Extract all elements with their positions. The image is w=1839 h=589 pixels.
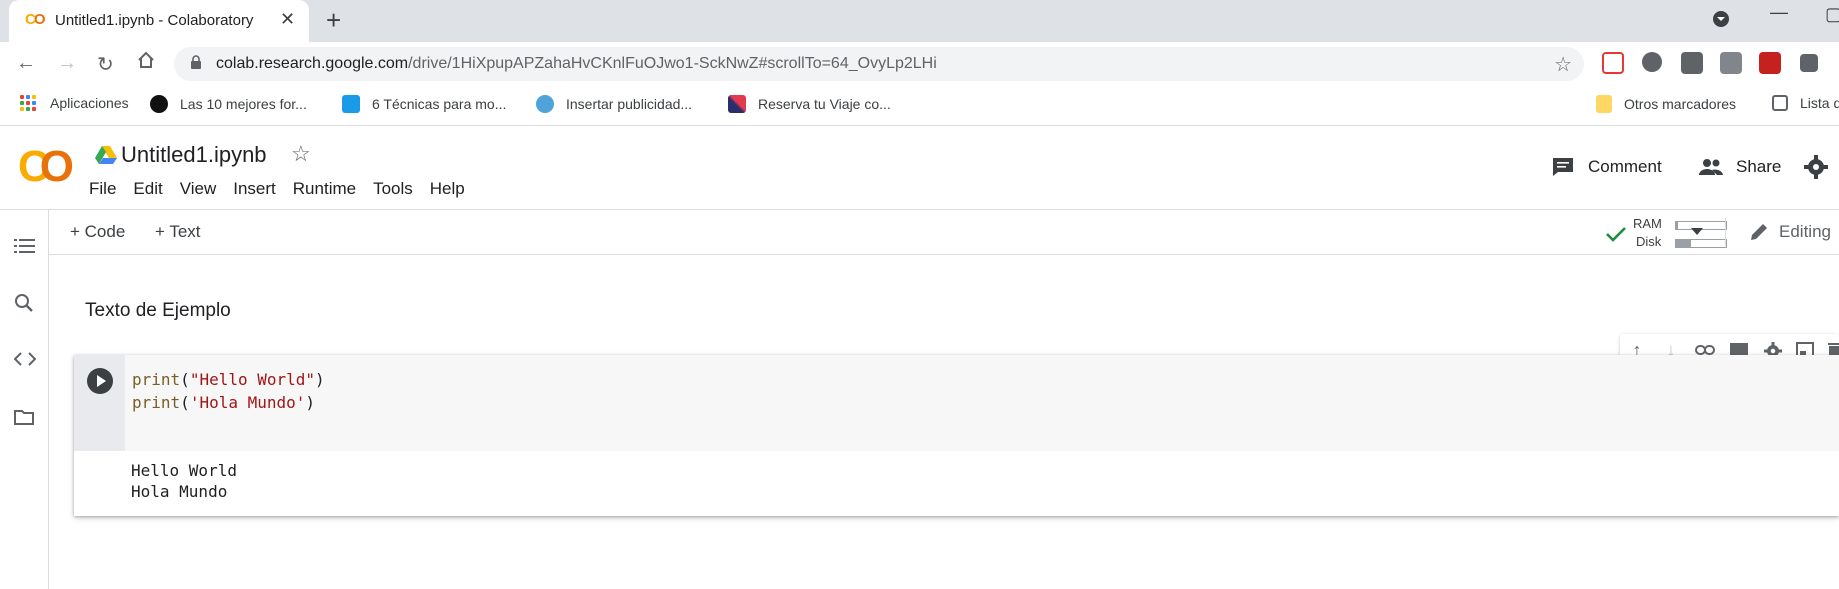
circle-extension-icon[interactable] [1642,52,1662,72]
disk-usage-bar [1675,239,1727,248]
code-line: print('Hola Mundo') [132,393,316,412]
cell-output-line: Hola Mundo [131,482,228,501]
maximize-icon[interactable]: ▢ [1825,4,1839,25]
people-icon [1699,159,1723,175]
bookmark-item[interactable]: 6 Técnicas para mo... [342,95,506,113]
notes-extension-icon[interactable] [1720,52,1742,74]
menu-view[interactable]: View [180,179,217,199]
reload-icon[interactable]: ↻ [97,52,114,77]
cell-output-line: Hello World [131,461,237,480]
browser-tab-strip: CO Untitled1.ipynb - Colaboratory ✕ + — … [0,0,1839,42]
code-editor[interactable] [125,355,1839,451]
colab-header: CO Untitled1.ipynb ☆ File Edit View Inse… [0,127,1839,210]
forward-icon[interactable]: → [57,52,77,75]
table-of-contents-icon[interactable] [14,237,36,259]
bookmark-star-icon[interactable]: ☆ [1554,52,1572,77]
menu-help[interactable]: Help [430,179,465,199]
settings-gear-icon[interactable] [1804,155,1828,179]
google-drive-icon [95,146,117,164]
menu-edit[interactable]: Edit [133,179,162,199]
add-text-button[interactable]: + Text [155,222,201,242]
x-logo-icon [728,95,746,113]
runtime-dropdown-icon[interactable] [1691,228,1703,235]
disk-label: Disk [1636,234,1662,249]
lock-icon [191,55,201,69]
square-extension-icon[interactable] [1681,52,1703,74]
search-icon[interactable] [14,293,36,315]
colab-favicon-icon: CO [25,11,45,28]
bookmark-item[interactable]: Las 10 mejores for... [150,95,307,113]
star-notebook-icon[interactable]: ☆ [291,141,311,167]
pocket-extension-icon[interactable] [1602,52,1624,74]
code-line: print("Hello World") [132,370,325,389]
comment-button[interactable]: Comment [1552,157,1662,177]
ram-label: RAM [1633,216,1662,231]
menu-insert[interactable]: Insert [233,179,276,199]
menu-runtime[interactable]: Runtime [293,179,356,199]
browser-tab[interactable]: CO Untitled1.ipynb - Colaboratory ✕ [9,0,309,42]
vo-icon [150,95,168,113]
connected-check-icon [1606,227,1626,242]
bookmark-item[interactable]: Insertar publicidad... [536,95,692,113]
bulb-icon [536,95,554,113]
code-snippets-icon[interactable] [13,350,37,372]
menu-bar: File Edit View Insert Runtime Tools Help [89,179,482,199]
folder-icon [1596,95,1612,113]
run-cell-icon[interactable] [87,368,113,394]
reading-list-icon [1772,95,1788,111]
dollar-badge-icon [342,95,360,113]
comment-icon [1553,158,1573,176]
colab-logo[interactable]: CO [18,145,74,189]
minimize-icon[interactable]: — [1770,2,1788,23]
back-icon[interactable]: ← [16,52,36,75]
toolbar-divider [1725,218,1726,246]
new-tab-icon[interactable]: + [326,5,341,36]
code-cell-gutter [74,355,125,451]
notebook-toolbar: + Code + Text RAM Disk Editing [49,210,1839,255]
share-button[interactable]: Share [1698,157,1781,177]
files-folder-icon[interactable] [14,408,36,430]
browser-toolbar: ← → ↻ colab.research.google.com/drive/1H… [0,42,1839,86]
tab-search-icon[interactable] [1712,10,1730,33]
menu-tools[interactable]: Tools [373,179,413,199]
reading-list[interactable]: Lista d [1772,95,1839,111]
apps-grid-icon [20,95,36,111]
editing-mode-button[interactable]: Editing [1749,222,1831,242]
close-tab-icon[interactable]: ✕ [280,9,295,30]
bookmark-item[interactable]: Reserva tu Viaje co... [728,95,891,113]
menu-file[interactable]: File [89,179,116,199]
home-icon[interactable] [136,50,156,76]
text-cell[interactable]: Texto de Ejemplo [85,300,231,322]
extensions-puzzle-icon[interactable] [1800,54,1818,72]
left-sidebar [0,210,49,589]
add-code-button[interactable]: + Code [70,222,125,242]
bookmarks-bar: Aplicaciones Las 10 mejores for... 6 Téc… [0,86,1839,126]
pdf-extension-icon[interactable] [1759,52,1781,74]
notebook-title[interactable]: Untitled1.ipynb [121,142,267,168]
code-cell[interactable]: print("Hello World") print('Hola Mundo')… [74,355,1839,516]
address-bar[interactable]: colab.research.google.com/drive/1HiXpupA… [174,47,1584,81]
bookmark-apps[interactable]: Aplicaciones [20,95,129,111]
browser-tab-title: Untitled1.ipynb - Colaboratory [55,12,254,29]
pencil-icon [1751,224,1767,240]
other-bookmarks[interactable]: Otros marcadores [1596,95,1736,113]
url-text: colab.research.google.com/drive/1HiXpupA… [216,55,937,72]
resources-indicator[interactable]: RAM Disk [1605,214,1733,250]
